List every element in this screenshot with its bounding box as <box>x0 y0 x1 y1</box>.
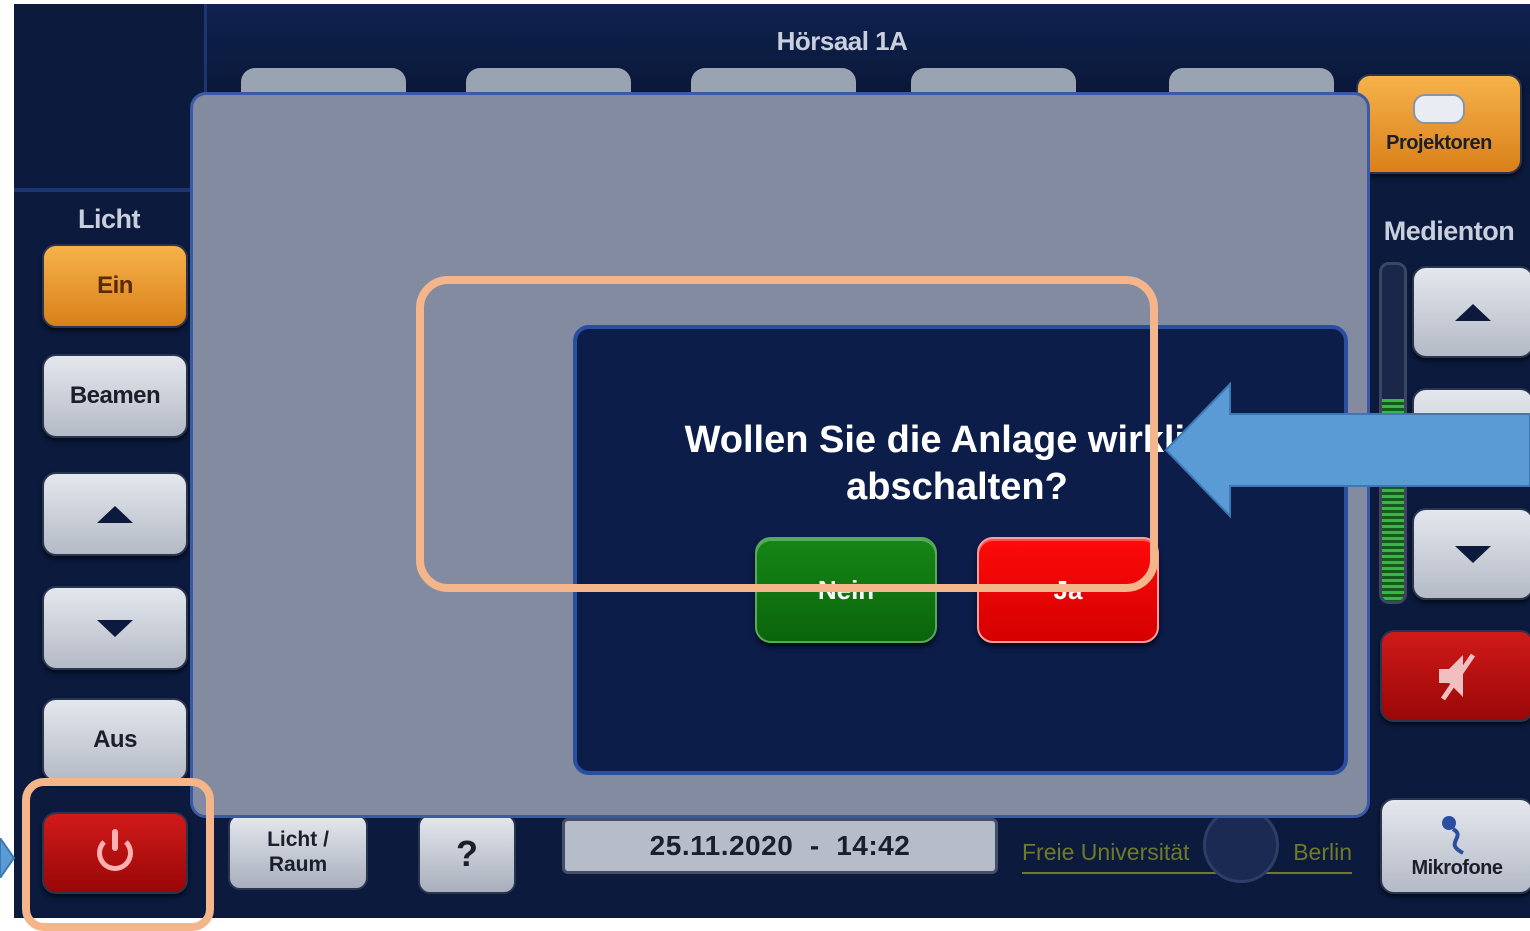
arrow-up-icon <box>97 505 133 523</box>
light-room-button[interactable]: Licht / Raum <box>228 814 368 890</box>
brand-left-text: Freie Universität <box>1022 838 1190 865</box>
speaker-mute-icon <box>1439 653 1476 701</box>
light-beamer-button[interactable]: Beamen <box>42 354 188 438</box>
date-time-text: 25.11.2020 - 14:42 <box>649 830 911 861</box>
light-on-label: Ein <box>97 272 133 299</box>
dialog-highlight-frame <box>416 276 1158 592</box>
microphones-button[interactable]: Mikrofone <box>1380 798 1530 894</box>
help-label: ? <box>456 833 478 874</box>
media-audio-label: Medienton <box>1383 216 1515 246</box>
pointer-arrow-left <box>0 838 16 878</box>
microphones-label: Mikrofone <box>1411 856 1503 879</box>
pointer-arrow-right <box>1164 381 1530 519</box>
arrow-up-icon <box>1455 303 1491 321</box>
light-off-label: Aus <box>93 726 137 753</box>
university-logo: Freie Universität Berlin <box>1022 807 1352 883</box>
header-bar: Hörsaal 1A <box>204 4 1530 108</box>
university-seal-icon <box>1203 807 1280 883</box>
help-button[interactable]: ? <box>418 814 516 894</box>
light-section-label: Licht <box>78 204 141 234</box>
light-off-button[interactable]: Aus <box>42 698 188 782</box>
arrow-down-icon <box>1455 545 1491 563</box>
volume-down-button[interactable] <box>1412 508 1530 600</box>
left-top-area <box>14 4 192 192</box>
microphone-icon <box>1442 815 1465 855</box>
light-down-button[interactable] <box>42 586 188 670</box>
mute-button[interactable] <box>1380 630 1530 722</box>
arrow-down-icon <box>97 619 133 637</box>
light-up-button[interactable] <box>42 472 188 556</box>
brand-right-text: Berlin <box>1293 838 1352 865</box>
light-beamer-label: Beamen <box>69 382 161 409</box>
date-time-display: 25.11.2020 - 14:42 <box>562 818 998 874</box>
projector-icon <box>1413 93 1465 124</box>
volume-up-button[interactable] <box>1412 266 1530 358</box>
projectors-button[interactable]: Projektoren <box>1356 74 1522 174</box>
light-room-label: Licht / Raum <box>267 828 329 876</box>
light-on-button[interactable]: Ein <box>42 244 188 328</box>
room-title: Hörsaal 1A <box>776 26 908 56</box>
power-highlight-frame <box>22 778 214 931</box>
projectors-label: Projektoren <box>1386 131 1492 154</box>
